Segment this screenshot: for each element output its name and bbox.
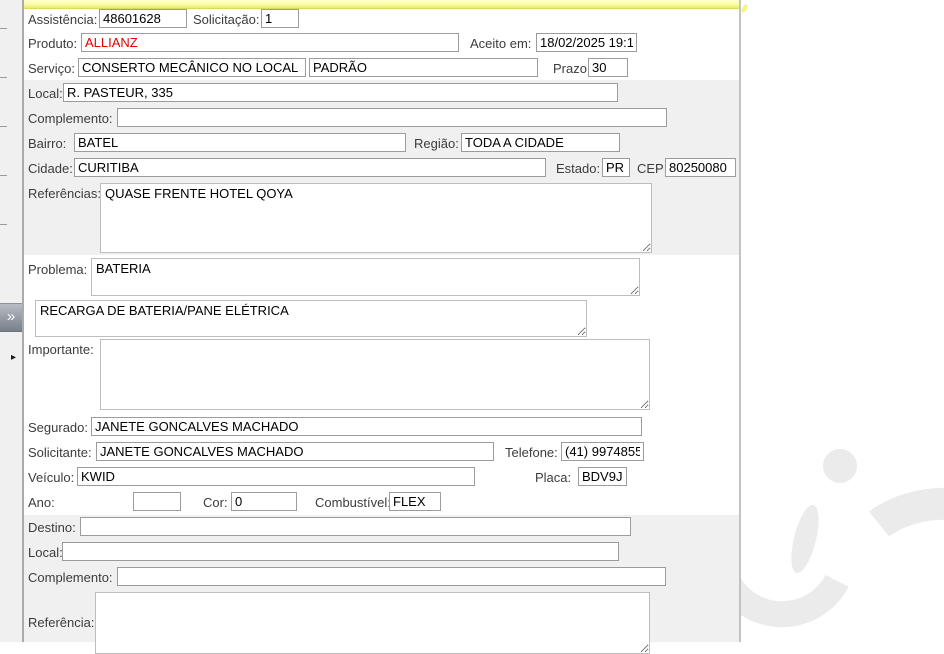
prazo-input[interactable] (588, 58, 628, 77)
solicitante-input[interactable] (96, 442, 494, 461)
placa-input[interactable] (578, 467, 627, 486)
watermark-logo-swoosh-right (818, 476, 944, 642)
problema-label: Problema: (28, 262, 88, 277)
splitter-grip-tick (0, 77, 7, 78)
complemento-label: Complemento: (28, 111, 113, 126)
referencias-label: Referências: (28, 186, 101, 201)
right-pane (741, 0, 944, 642)
cor-input[interactable] (231, 492, 297, 511)
left-splitter-strip[interactable]: » ▸ (0, 0, 24, 642)
local-label: Local: (28, 86, 63, 101)
importante-textarea[interactable] (100, 339, 650, 410)
local-destino-input[interactable] (62, 542, 619, 561)
cidade-input[interactable] (74, 158, 546, 177)
solicitacao-input[interactable] (261, 9, 299, 28)
solicitante-label: Solicitante: (28, 445, 92, 460)
top-status-bar (24, 0, 739, 9)
importante-label: Importante: (28, 342, 94, 357)
ano-input[interactable] (133, 492, 181, 511)
placa-label: Placa: (535, 470, 572, 485)
assistencia-label: Assistência: (28, 12, 98, 27)
cep-label: CEP: (637, 161, 668, 176)
triangle-right-icon: ▸ (11, 352, 17, 363)
panel-expand-arrow[interactable]: ▸ (11, 352, 16, 363)
ano-label: Ano: (28, 495, 55, 510)
splitter-grip-tick (0, 175, 7, 176)
local-input[interactable] (63, 83, 618, 102)
servico-tipo-input[interactable] (309, 58, 538, 77)
segurado-input[interactable] (91, 417, 642, 436)
bairro-label: Bairro: (28, 136, 67, 151)
produto-input[interactable] (81, 33, 459, 52)
complemento-input[interactable] (117, 108, 667, 127)
referencia-destino-label: Referência: (28, 615, 95, 630)
panel-collapse-button[interactable]: » (0, 303, 22, 332)
referencias-textarea[interactable]: QUASE FRENTE HOTEL QOYA (100, 183, 652, 253)
assistencia-input[interactable] (99, 9, 187, 28)
regiao-input[interactable] (461, 133, 620, 152)
telefone-input[interactable] (561, 442, 644, 461)
combustivel-input[interactable] (389, 492, 441, 511)
bairro-input[interactable] (74, 133, 406, 152)
destino-input[interactable] (80, 517, 631, 536)
watermark-logo-dot (823, 449, 857, 483)
cor-label: Cor: (203, 495, 228, 510)
local-destino-label: Local: (28, 545, 63, 560)
servico-label: Serviço: (28, 61, 75, 76)
combustivel-label: Combustível: (315, 495, 391, 510)
cidade-label: Cidade: (28, 161, 73, 176)
estado-label: Estado: (556, 161, 601, 176)
double-chevron-right-icon: » (6, 308, 16, 325)
destino-label: Destino: (28, 520, 76, 535)
watermark-speck (741, 3, 749, 14)
splitter-grip-tick (0, 28, 7, 29)
telefone-label: Telefone: (505, 445, 558, 460)
problema-textarea[interactable]: BATERIA (91, 258, 640, 296)
produto-label: Produto: (28, 36, 78, 51)
cep-input[interactable] (665, 158, 736, 177)
aceito-em-input[interactable] (536, 33, 637, 52)
regiao-label: Região: (414, 136, 459, 151)
complemento-destino-input[interactable] (117, 567, 666, 586)
complemento-destino-label: Complemento: (28, 570, 113, 585)
solicitacao-label: Solicitação: (193, 12, 260, 27)
problema-detalhe-textarea[interactable]: RECARGA DE BATERIA/PANE ELÉTRICA (35, 300, 587, 337)
splitter-grip-tick (0, 224, 7, 225)
segurado-label: Segurado: (28, 420, 88, 435)
splitter-grip-tick (0, 126, 7, 127)
aceito-em-label: Aceito em: (470, 36, 532, 51)
veiculo-input[interactable] (77, 467, 475, 486)
estado-input[interactable] (602, 158, 630, 177)
veiculo-label: Veículo: (28, 470, 75, 485)
prazo-label: Prazo: (553, 61, 591, 76)
servico-input[interactable] (78, 58, 306, 77)
referencia-destino-textarea[interactable] (95, 592, 650, 654)
